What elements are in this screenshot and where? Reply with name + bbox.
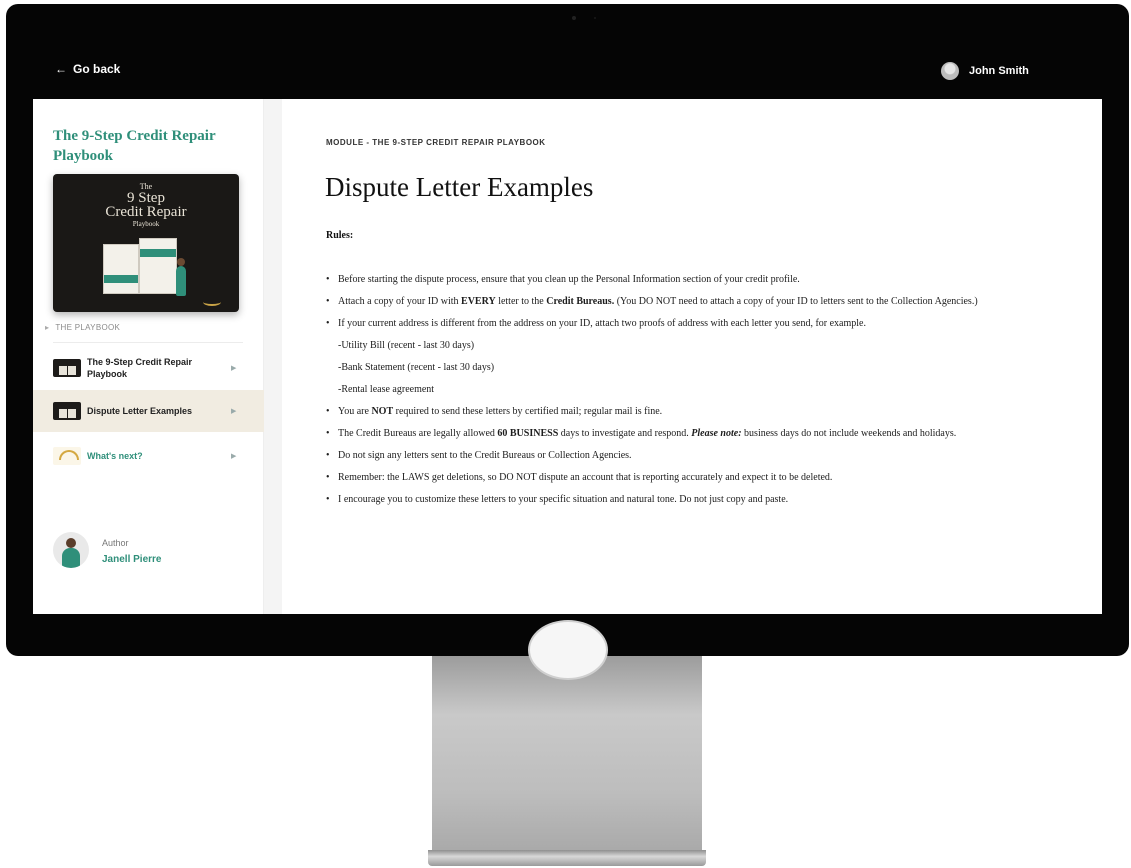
module-eyebrow: MODULE - THE 9-STEP CREDIT REPAIR PLAYBO… [326,138,546,147]
lesson-thumbnail [53,402,81,420]
monitor-stand [432,656,702,852]
author-figure [176,266,186,296]
go-back-button[interactable]: ← Go back [55,62,120,76]
page-title: Dispute Letter Examples [325,172,594,202]
sidebar-gutter [264,99,282,614]
list-item: You are NOT required to send these lette… [326,401,1066,423]
course-sidebar: The 9-Step Credit Repair Playbook The 9 … [33,99,264,614]
lesson-item-playbook[interactable]: The 9-Step Credit Repair Playbook ▶ [33,347,264,389]
rules-heading: Rules: [326,230,354,241]
section-label[interactable]: ▸ THE PLAYBOOK [45,323,120,332]
course-title[interactable]: The 9-Step Credit Repair Playbook [53,126,243,166]
lesson-thumbnail [53,359,81,377]
divider [53,342,243,343]
list-item: The Credit Bureaus are legally allowed 6… [326,423,1066,445]
author-avatar [53,532,89,568]
user-avatar-icon [941,62,959,80]
lesson-item-whats-next[interactable]: What's next? ▶ [33,435,264,477]
list-item: -Bank Statement (recent - last 30 days) [338,362,495,373]
go-back-label: Go back [73,62,121,76]
list-item: -Rental lease agreement [338,384,435,395]
author-name[interactable]: Janell Pierre [102,554,161,565]
list-item: Attach a copy of your ID with EVERY lett… [326,291,1066,313]
chevron-right-icon: ▸ [45,323,50,332]
author-figure [177,258,185,266]
author-role: Author [102,538,129,548]
camera-sensor [594,17,596,19]
lesson-thumbnail [53,447,81,465]
play-icon: ▶ [231,365,237,372]
book-illustration [103,244,139,294]
logo-mark [203,298,221,306]
user-menu[interactable]: John Smith [941,62,1029,80]
play-icon: ▶ [231,453,237,460]
play-icon: ▶ [231,408,237,415]
lesson-label: What's next? [87,451,143,461]
book-illustration [139,238,177,294]
camera-dot [572,16,576,20]
list-item: Before starting the dispute process, ens… [326,269,1066,291]
lesson-label: Dispute Letter Examples [87,406,193,416]
list-item: -Utility Bill (recent - last 30 days) [338,340,475,351]
stand-cutout [528,620,608,680]
list-item: Do not sign any letters sent to the Cred… [326,445,1066,467]
lesson-content: MODULE - THE 9-STEP CREDIT REPAIR PLAYBO… [282,99,1102,614]
list-item: Remember: the LAWS get deletions, so DO … [326,467,1066,489]
user-name: John Smith [969,65,1029,77]
app-screen: The 9-Step Credit Repair Playbook The 9 … [33,99,1102,614]
course-cover-image: The 9 Step Credit Repair Playbook [53,174,239,312]
arrow-left-icon: ← [55,62,67,76]
monitor-foot [428,850,706,866]
list-item: I encourage you to customize these lette… [326,489,1066,511]
list-item: If your current address is different fro… [326,313,1066,335]
lesson-item-dispute-letters[interactable]: Dispute Letter Examples ▶ [33,390,264,432]
rules-list: Before starting the dispute process, ens… [326,269,1066,511]
lesson-label: The 9-Step Credit Repair Playbook [87,357,193,379]
cover-title: The 9 Step Credit Repair Playbook [105,182,187,228]
